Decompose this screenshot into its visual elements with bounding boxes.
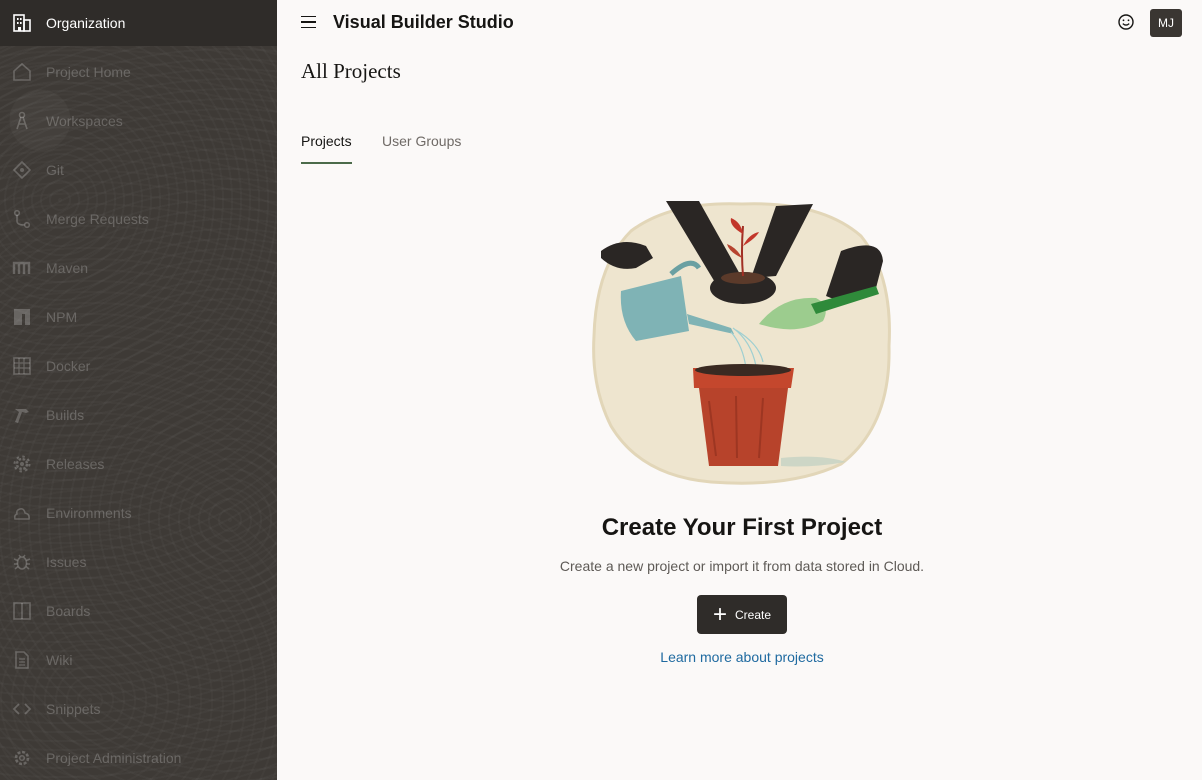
code-icon <box>11 698 33 720</box>
menu-toggle-button[interactable] <box>301 12 321 32</box>
sidebar-item-merge-requests[interactable]: Merge Requests <box>0 196 277 242</box>
settings-icon <box>11 747 33 769</box>
create-button-label: Create <box>734 607 772 622</box>
sidebar-item-npm[interactable]: NPM <box>0 294 277 340</box>
sidebar-item-label: Git <box>46 162 64 178</box>
sidebar-item-label: Wiki <box>46 652 73 668</box>
building-icon <box>11 12 33 34</box>
sidebar-item-git[interactable]: Git <box>0 147 277 193</box>
plus-icon: + <box>712 600 727 628</box>
sidebar-item-releases[interactable]: Releases <box>0 441 277 487</box>
sidebar-item-label: Environments <box>46 505 132 521</box>
sidebar: Organization Project Home Workspaces Git… <box>0 0 277 780</box>
empty-state-illustration <box>592 201 891 485</box>
npm-icon <box>11 306 33 328</box>
tab-projects[interactable]: Projects <box>301 133 352 164</box>
cloud-icon <box>11 502 33 524</box>
compass-icon <box>11 110 33 132</box>
hammer-icon <box>11 404 33 426</box>
gear-icon <box>11 453 33 475</box>
empty-state-title: Create Your First Project <box>601 514 883 541</box>
merge-icon <box>11 208 33 230</box>
sidebar-item-project-administration[interactable]: Project Administration <box>0 735 277 780</box>
home-icon <box>11 61 33 83</box>
sidebar-item-wiki[interactable]: Wiki <box>0 637 277 683</box>
empty-state-description: Create a new project or import it from d… <box>559 558 925 574</box>
board-icon <box>11 600 33 622</box>
sidebar-item-label: Boards <box>46 603 91 619</box>
sidebar-item-label: Builds <box>46 407 85 423</box>
sidebar-item-issues[interactable]: Issues <box>0 539 277 585</box>
sidebar-item-workspaces[interactable]: Workspaces <box>0 98 277 144</box>
sidebar-item-docker[interactable]: Docker <box>0 343 277 389</box>
user-avatar[interactable]: MJ <box>1150 9 1182 37</box>
sidebar-item-label: Maven <box>46 260 89 276</box>
document-icon <box>11 649 33 671</box>
sidebar-item-label: NPM <box>46 309 78 325</box>
sidebar-item-label: Project Home <box>46 64 131 80</box>
sidebar-item-label: Organization <box>46 15 126 31</box>
maven-icon <box>11 257 33 279</box>
docker-icon <box>11 355 33 377</box>
sidebar-item-label: Snippets <box>46 701 101 717</box>
sidebar-item-builds[interactable]: Builds <box>0 392 277 438</box>
sidebar-item-label: Workspaces <box>46 113 123 129</box>
tab-user-groups[interactable]: User Groups <box>382 133 461 161</box>
sidebar-item-organization[interactable]: Organization <box>0 0 277 46</box>
feedback-smiley-icon[interactable] <box>1117 13 1135 31</box>
sidebar-item-label: Merge Requests <box>46 211 149 227</box>
learn-more-link[interactable]: Learn more about projects <box>442 649 1042 665</box>
sidebar-item-snippets[interactable]: Snippets <box>0 686 277 732</box>
app-title: Visual Builder Studio <box>333 12 514 32</box>
sidebar-item-label: Docker <box>46 358 91 374</box>
sidebar-item-project-home[interactable]: Project Home <box>0 49 277 95</box>
sidebar-item-environments[interactable]: Environments <box>0 490 277 536</box>
git-icon <box>11 159 33 181</box>
hamburger-icon <box>301 15 316 18</box>
sidebar-item-label: Issues <box>46 554 87 570</box>
sidebar-item-label: Releases <box>46 456 105 472</box>
bug-icon <box>11 551 33 573</box>
create-project-button[interactable]: + Create <box>697 595 787 634</box>
sidebar-item-label: Project Administration <box>46 750 182 766</box>
sidebar-item-maven[interactable]: Maven <box>0 245 277 291</box>
sidebar-item-boards[interactable]: Boards <box>0 588 277 634</box>
page-title: All Projects <box>301 59 401 83</box>
